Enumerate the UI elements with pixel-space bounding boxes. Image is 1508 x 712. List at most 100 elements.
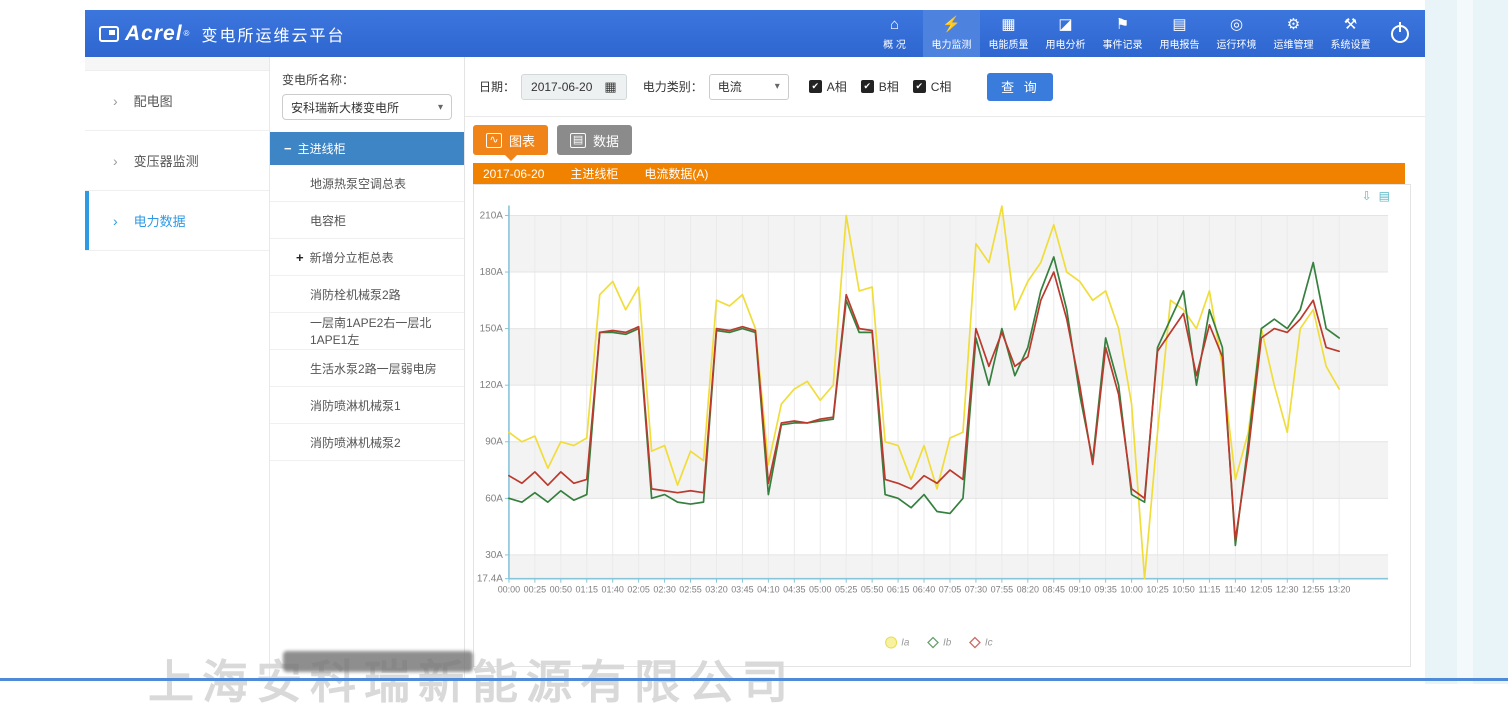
tree-item[interactable]: 一层南1APE2右一层北1APE1左 [270, 313, 464, 350]
tree-item-label: 消防栓机械泵2路 [310, 286, 401, 303]
om-management-icon: ⚙ [1287, 17, 1300, 32]
phase-checkbox-b[interactable]: ✔B相 [861, 78, 899, 95]
svg-text:07:30: 07:30 [965, 585, 987, 595]
current-line-chart[interactable]: 210A180A150A120A90A60A30A17.4A00:0000:25… [474, 185, 1410, 666]
svg-text:120A: 120A [480, 380, 504, 391]
svg-text:01:40: 01:40 [601, 585, 623, 595]
nav-item-power-report[interactable]: ▤用电报告 [1151, 10, 1208, 57]
tree-item[interactable]: + 新增分立柜总表 [270, 239, 464, 276]
svg-text:09:35: 09:35 [1094, 585, 1116, 595]
query-button[interactable]: 查 询 [987, 73, 1053, 101]
tree-item-label: 新增分立柜总表 [310, 249, 394, 266]
power-type-select[interactable]: 电流 ▾ [709, 74, 789, 100]
nav-item-label: 系统设置 [1331, 36, 1371, 51]
legend-item-ic[interactable]: Ic [970, 638, 993, 649]
svg-text:11:15: 11:15 [1199, 585, 1221, 595]
logo-area: Acrel ® 变电所运维云平台 [85, 22, 345, 46]
registered-mark: ® [184, 29, 190, 38]
expand-plus-icon[interactable]: + [296, 250, 304, 265]
nav-item-om-management[interactable]: ⚙ 运维管理 [1265, 10, 1322, 57]
sidebar-item[interactable]: › 电力数据 [85, 191, 269, 251]
phase-checkbox-c[interactable]: ✔C相 [913, 78, 952, 95]
svg-text:01:15: 01:15 [576, 585, 598, 595]
phase-checkbox-a[interactable]: ✔A相 [809, 78, 847, 95]
nav-item-event-record[interactable]: ⚑事件记录 [1094, 10, 1151, 57]
tab-chart[interactable]: ∿图表 [473, 125, 548, 155]
data-view-icon[interactable]: ▤ [1379, 190, 1390, 202]
power-type-label: 电力类别： [643, 78, 703, 95]
collapse-minus-icon[interactable]: − [284, 141, 292, 156]
tree-item[interactable]: 地源热泵空调总表 [270, 165, 464, 202]
nav-item-power-monitoring[interactable]: ⚡电力监测 [923, 10, 980, 57]
tree-item-label: 生活水泵2路一层弱电房 [310, 360, 437, 377]
tree-item[interactable]: 消防栓机械泵2路 [270, 276, 464, 313]
legend-item-ib[interactable]: Ib [928, 638, 952, 649]
tab-label: 数据 [593, 131, 619, 150]
tree-item[interactable]: 消防喷淋机械泵1 [270, 387, 464, 424]
sidebar-item-label: 电力数据 [134, 211, 186, 230]
chart-panel: ⇩ ▤ 210A180A150A120A90A60A30A17.4A00:000… [473, 184, 1411, 667]
sidebar-top-spacer [85, 57, 269, 71]
checkbox-checked-icon: ✔ [861, 80, 874, 93]
top-navigation: ⌂ 概 况 ⚡电力监测▦电能质量◪用电分析⚑事件记录▤用电报告◎运行环境 ⚙ 运维管理 ⚒… [866, 10, 1379, 57]
svg-text:Ia: Ia [901, 638, 910, 649]
calendar-icon[interactable]: ▦ [604, 80, 616, 93]
phase-checkbox-group: ✔A相✔B相✔C相 [809, 78, 966, 95]
svg-text:07:55: 07:55 [991, 585, 1013, 595]
nav-item-power-quality[interactable]: ▦电能质量 [980, 10, 1037, 57]
svg-text:05:25: 05:25 [835, 585, 857, 595]
tab-data[interactable]: ▤数据 [557, 125, 632, 155]
substation-name-label: 变电所名称： [270, 57, 464, 94]
caret-down-icon: ▾ [438, 102, 443, 113]
nav-item-power-analysis[interactable]: ◪用电分析 [1037, 10, 1094, 57]
svg-text:07:05: 07:05 [939, 585, 961, 595]
content-area: ›配电图›变压器监测›电力数据 变电所名称： 安科瑞新大楼变电所 ▾ −主进线柜… [85, 57, 1425, 678]
date-label: 日期： [479, 78, 515, 95]
chart-tab-icon: ∿ [486, 133, 502, 148]
nav-item-label: 电力监测 [932, 36, 972, 51]
nav-item-label: 运维管理 [1274, 36, 1314, 51]
event-record-icon: ⚑ [1116, 17, 1129, 32]
tree-item[interactable]: 电容柜 [270, 202, 464, 239]
sidebar-item[interactable]: ›配电图 [85, 71, 269, 131]
nav-item-label: 概 况 [883, 36, 906, 51]
chart-toolbox: ⇩ ▤ [1362, 190, 1390, 202]
svg-text:03:20: 03:20 [705, 585, 727, 595]
svg-text:30A: 30A [485, 550, 503, 561]
nav-item-system-settings[interactable]: ⚒系统设置 [1322, 10, 1379, 57]
device-sidebar: 变电所名称： 安科瑞新大楼变电所 ▾ −主进线柜地源热泵空调总表电容柜+新增分立… [270, 57, 465, 678]
legend-item-ia[interactable]: Ia [886, 637, 910, 648]
chart-title-banner: 2017-06-20 主进线柜 电流数据(A) [473, 163, 1405, 184]
sidebar-item[interactable]: ›变压器监测 [85, 131, 269, 191]
nav-item-runtime-environment[interactable]: ◎运行环境 [1208, 10, 1265, 57]
svg-text:03:45: 03:45 [731, 585, 753, 595]
svg-text:Ic: Ic [985, 638, 993, 649]
overview-icon: ⌂ [890, 17, 899, 32]
tree-item[interactable]: 消防喷淋机械泵2 [270, 424, 464, 461]
svg-text:06:40: 06:40 [913, 585, 935, 595]
chevron-right-icon: › [113, 213, 118, 229]
main-panel: 日期： 2017-06-20 ▦ 电力类别： 电流 ▾ ✔A相✔B相✔C相 查 … [465, 57, 1425, 678]
save-image-icon[interactable]: ⇩ [1362, 190, 1372, 202]
sidebar-item-label: 变压器监测 [134, 151, 199, 170]
phase-label: C相 [931, 78, 952, 95]
caret-down-icon: ▾ [775, 81, 780, 92]
power-logout-icon[interactable] [1391, 25, 1409, 43]
svg-text:05:50: 05:50 [861, 585, 883, 595]
tree-item-label: 电容柜 [310, 212, 346, 229]
date-input[interactable]: 2017-06-20 ▦ [521, 74, 627, 100]
logo-text: Acrel [125, 22, 183, 46]
tree-item-label: 主进线柜 [298, 140, 346, 157]
svg-text:02:30: 02:30 [653, 585, 675, 595]
tree-item[interactable]: 生活水泵2路一层弱电房 [270, 350, 464, 387]
blurred-artifact [283, 651, 473, 672]
tree-item[interactable]: −主进线柜 [270, 132, 464, 165]
substation-select[interactable]: 安科瑞新大楼变电所 ▾ [282, 94, 452, 120]
substation-select-value: 安科瑞新大楼变电所 [291, 99, 399, 116]
banner-device: 主进线柜 [570, 165, 618, 182]
nav-item-overview[interactable]: ⌂ 概 况 [866, 10, 923, 57]
svg-text:150A: 150A [480, 324, 504, 335]
svg-text:00:50: 00:50 [550, 585, 572, 595]
svg-text:06:15: 06:15 [887, 585, 909, 595]
banner-metric: 电流数据(A) [644, 165, 708, 182]
